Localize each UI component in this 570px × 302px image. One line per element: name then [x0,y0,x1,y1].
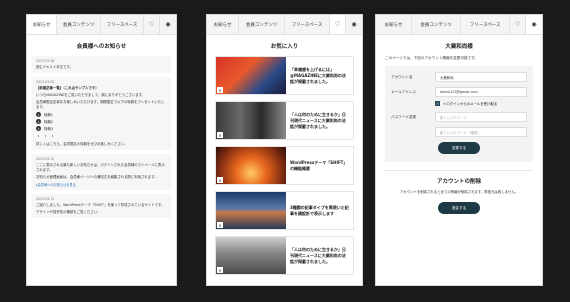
heart-icon[interactable]: ♡ [330,15,346,34]
user-icon[interactable]: ◉ [526,15,542,34]
form-row: アカウント名 大業和尚 [391,72,527,82]
tab-members[interactable]: 会員コンテンツ [412,15,462,34]
news-text: 会員様限定記事をお楽しみいただけます。期間限定で以下の特典をプレゼントいたします… [36,100,165,109]
delete-account-button[interactable]: 退会する [438,202,480,214]
thumbnail-people: ✕ [216,102,286,139]
tab-news[interactable]: お知らせ [376,15,412,34]
checkbox[interactable]: ✓ [435,101,440,106]
news-heading: 【新着記事一覧】（これはサンプルです） [36,86,99,90]
news-item: 2023.03.28 読むテキスト本文です。 [32,56,171,73]
heart-icon[interactable]: ♡ [144,15,160,34]
tab-news[interactable]: お知らせ [27,15,58,34]
thumbnail-torii-sea: ✕ [216,192,286,229]
favorite-card[interactable]: ✕ 「幸福感を上げるには」@MAGAZINEに大業和尚の法話が掲載されました。 [215,56,354,95]
form-row: メールアドレス daisui123@gmail.com [391,87,527,97]
news-text: 詳しくはこちら、会員限定の特典をぜひお楽しみください。 [36,142,128,146]
tab-news[interactable]: お知らせ [207,15,240,34]
news-text: お知らせ管理画面は、会員様ページへの通知文を編集される際に利用されます。 [36,175,158,179]
news-panel: お知らせ 会員コンテンツ フリースペース ♡ ◉ 会員様へのお知らせ 2023.… [26,14,177,286]
account-form: アカウント名 大業和尚 メールアドレス daisui123@gmail.com … [385,66,533,162]
user-icon[interactable]: ◉ [346,15,362,34]
password-field[interactable]: 新しいパスワード [435,112,527,122]
page-title: お気に入り [270,44,299,50]
remove-icon[interactable]: ✕ [217,267,223,273]
favorite-card[interactable]: ✕ 「人は何のために生きるか」日刊現代ニュースに大業和尚の法話が掲載されました。 [215,101,354,140]
email-field[interactable]: daisui123@gmail.com [435,87,527,97]
password-label: パスワード変更 [391,114,417,119]
heart-icon[interactable]: ♡ [510,15,527,34]
list-item: 2 特典2 [36,119,167,124]
news-link[interactable]: ▸会員様へのお知らせを見る [36,182,167,187]
form-row: 新しいパスワード（確認） [391,127,527,137]
screenshot-stage: お知らせ 会員コンテンツ フリースペース ♡ ◉ 会員様へのお知らせ 2023.… [0,0,570,302]
page-lead: このページでは、下記のアカウント情報を変更可能です。 [385,56,479,60]
account-panel: お知らせ 会員コンテンツ フリースペース ♡ ◉ 大業和尚様 このページでは、下… [375,14,543,286]
news-date: 2023.03.15 [36,157,55,161]
checkbox-label: ＊ログインからのメールを受け取る [443,102,498,106]
number-icon: 3 [36,126,41,131]
list-item-label: 特典2 [44,120,53,124]
remove-icon[interactable]: ✕ [217,87,223,93]
number-icon: 1 [36,112,41,117]
favorite-card[interactable]: ✕ 「人は何のために生きるか」日刊現代ニュースに大業和尚の法話が掲載されました。 [215,236,354,275]
favorite-title: 「幸福感を上げるには」@MAGAZINEに大業和尚の法話が掲載されました。 [290,66,346,84]
user-icon[interactable]: ◉ [160,15,176,34]
ellipsis: ・・・ [36,134,58,140]
tab-members[interactable]: 会員コンテンツ [239,15,285,34]
page-title: 会員様へのお知らせ [76,44,127,50]
favorite-title: 「人は何のために生きるか」日刊現代ニュースに大業和尚の法話が掲載されました。 [290,246,346,264]
favorite-card[interactable]: ✕ WordPressテーマ「SHIFT」の機能概要 [215,146,354,185]
form-row: パスワード変更 新しいパスワード [391,112,527,122]
list-item: 3 特典3 [36,126,167,131]
password-confirm-field[interactable]: 新しいパスワード（確認） [435,127,527,137]
thumbnail-illustration: ✕ [216,57,286,94]
tab-free-space[interactable]: フリースペース [101,15,144,34]
favorites-panel: お知らせ 会員コンテンツ フリースペース ♡ ◉ お気に入り ✕ 「幸福感を上げ… [206,14,363,286]
news-text: ここに表示される最も新しいお知らせは、ログインされた会員様のマイページに表示され… [36,163,165,172]
list-item: 1 特典1 [36,112,167,117]
tab-bar: お知らせ 会員コンテンツ フリースペース ♡ ◉ [27,15,176,35]
favorite-card[interactable]: ✕ 3種類の記事タイプを実現いた記事を顔設計で表示します [215,191,354,230]
news-item: 2023.03.11 ご紹介しました、WordPressテーマ「SHIFT」を使… [32,194,171,218]
news-date: 2023.03.28 [36,59,55,63]
mail-checkbox-row[interactable]: ✓ ＊ログインからのメールを受け取る [435,101,527,106]
page-title: 大業和尚様 [445,44,473,50]
list-item-label: 特典3 [44,127,53,131]
favorite-title: WordPressテーマ「SHIFT」の機能概要 [290,159,348,171]
account-label: アカウント名 [391,74,413,79]
tab-members[interactable]: 会員コンテンツ [57,15,101,34]
news-date: 2023.03.25 [36,80,55,84]
news-text: 読むテキスト本文です。 [36,65,73,69]
account-name-field[interactable]: 大業和尚 [435,72,527,82]
list-item-label: 特典1 [44,113,53,117]
tab-free-space[interactable]: フリースペース [285,15,330,34]
tab-bar: お知らせ 会員コンテンツ フリースペース ♡ ◉ [207,15,362,35]
news-item: 2023.03.15 ここに表示される最も新しいお知らせは、ログインされた会員様… [32,154,171,190]
save-button[interactable]: 変更する [438,142,480,154]
email-label: メールアドレス [391,89,417,94]
remove-icon[interactable]: ✕ [217,132,223,138]
number-icon: 2 [36,119,41,124]
thumbnail-torii-sunset: ✕ [216,147,286,184]
tab-free-space[interactable]: フリースペース [461,15,511,34]
news-text: いつもMAGAZINEをご覧いただきまして、誠にありがとうございます。 [36,93,146,97]
news-date: 2023.03.11 [36,197,55,201]
favorite-title: 3種類の記事タイプを実現いた記事を顔設計で表示します [290,204,349,216]
news-item: 2023.03.25 【新着記事一覧】（これはサンプルです） いつもMAGAZI… [32,77,171,150]
thumbnail-audience: ✕ [216,237,286,274]
favorite-title: 「人は何のために生きるか」日刊現代ニュースに大業和尚の法話が掲載されました。 [290,111,346,129]
tab-bar: お知らせ 会員コンテンツ フリースペース ♡ ◉ [376,15,542,35]
news-text: デザインや操作性の確認をご覧ください。 [36,210,101,214]
remove-icon[interactable]: ✕ [217,222,223,228]
remove-icon[interactable]: ✕ [217,177,223,183]
delete-lead: アカウントを削除されると全ての情報が削除されます。再復元は致しません。 [399,190,519,194]
news-text: ご紹介しました、WordPressテーマ「SHIFT」を使って作成されているサイ… [36,203,165,207]
delete-title: アカウントの削除 [436,179,481,185]
